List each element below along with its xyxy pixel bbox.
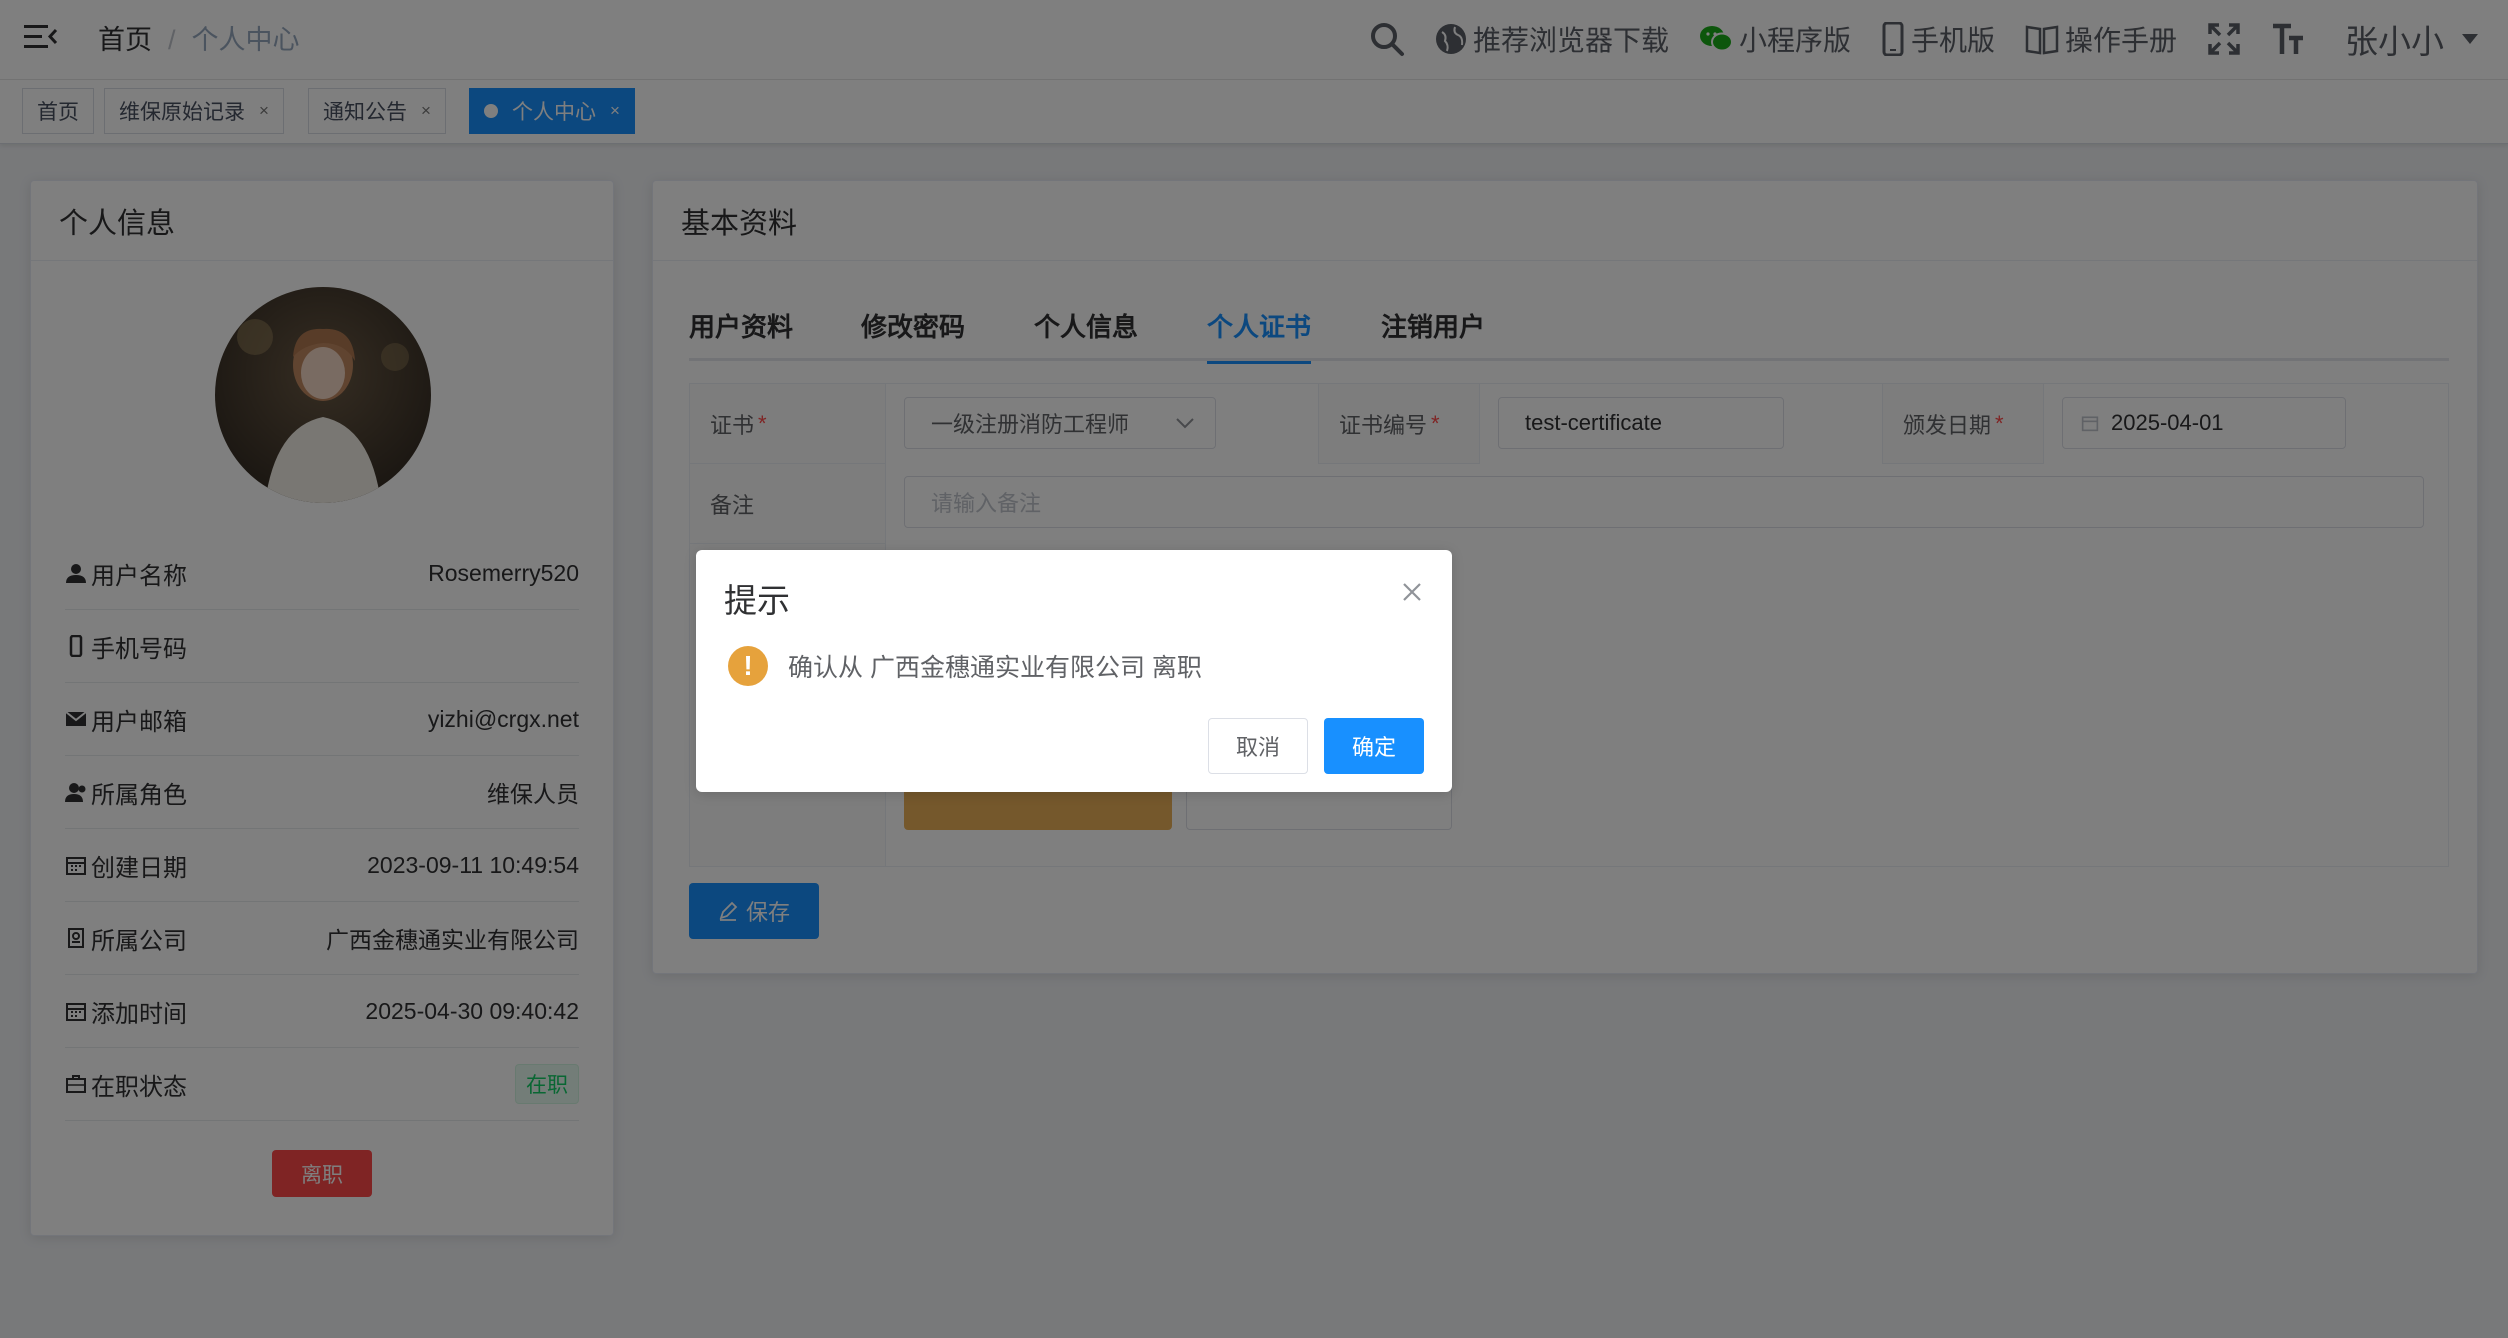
- dialog-message: ! 确认从 广西金穗通实业有限公司 离职: [728, 646, 1202, 686]
- cancel-button[interactable]: 取消: [1208, 718, 1308, 774]
- confirm-dialog: 提示 ! 确认从 广西金穗通实业有限公司 离职 取消 确定: [696, 550, 1452, 792]
- dialog-title: 提示: [724, 582, 790, 619]
- close-icon[interactable]: [1400, 580, 1424, 604]
- dialog-message-text: 确认从 广西金穗通实业有限公司 离职: [788, 654, 1202, 682]
- confirm-button[interactable]: 确定: [1324, 718, 1424, 774]
- warning-icon: !: [728, 646, 768, 686]
